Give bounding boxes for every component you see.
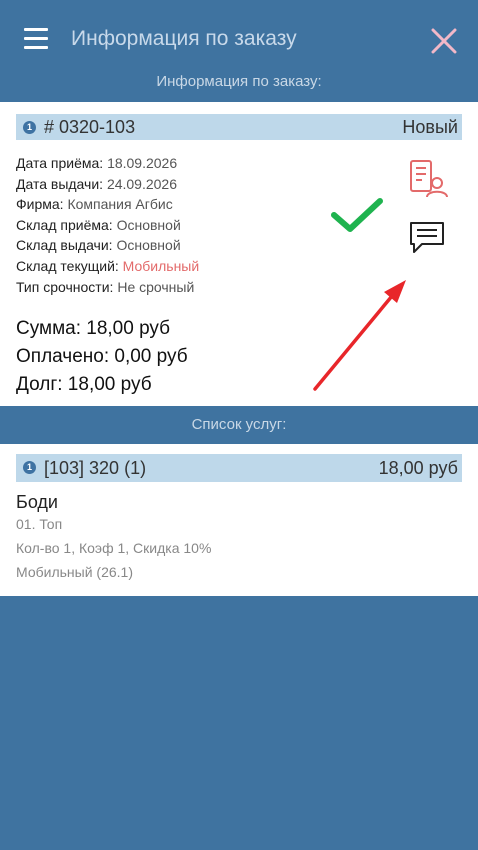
close-icon[interactable] <box>431 28 457 54</box>
service-detail: 01. Топ <box>16 516 63 532</box>
info-icon: 1 <box>23 121 36 134</box>
order-card: 1 # 0320-103 Новый Дата приёма: 18.09.20… <box>0 102 478 406</box>
info-label: Дата выдачи: <box>16 175 104 192</box>
info-row: Склад выдачи: Основной <box>16 235 199 256</box>
info-value: Основной <box>116 237 181 254</box>
info-row: Тип срочности: Не срочный <box>16 277 199 298</box>
info-label: Дата приёма: <box>16 155 104 171</box>
services-section-label: Список услуг: <box>191 416 287 433</box>
info-label: Фирма: <box>16 196 64 213</box>
service-name: Боди <box>16 492 58 512</box>
total-sum: Сумма: 18,00 руб <box>16 318 171 339</box>
service-price: 18,00 руб <box>378 458 458 478</box>
info-value: Основной <box>116 216 181 233</box>
info-value: Компания Агбис <box>67 196 173 213</box>
document-person-icon[interactable] <box>408 159 448 199</box>
service-card[interactable]: 1 [103] 320 (1) 18,00 руб Боди 01. Топ К… <box>0 444 478 596</box>
page-title: Информация по заказу <box>71 27 297 50</box>
total-debt: Долг: 18,00 руб <box>16 374 152 395</box>
info-value: Мобильный <box>122 257 200 274</box>
info-row: Склад текущий: Мобильный <box>16 256 199 277</box>
service-header: 1 [103] 320 (1) 18,00 руб <box>16 454 462 482</box>
info-label: Тип срочности: <box>16 278 114 295</box>
arrow-annotation <box>313 280 406 391</box>
order-totals: Сумма: 18,00 руб Оплачено: 0,00 руб Долг… <box>16 315 188 399</box>
service-detail: Мобильный (26.1) <box>16 564 133 580</box>
info-value: 24.09.2026 <box>106 175 178 192</box>
total-paid: Оплачено: 0,00 руб <box>16 346 188 367</box>
service-code: [103] 320 (1) <box>44 458 147 478</box>
order-header: 1 # 0320-103 Новый <box>16 114 462 140</box>
top-bar: Информация по заказу <box>0 0 478 80</box>
info-label: Склад приёма: <box>16 216 113 233</box>
order-number: # 0320-103 <box>44 117 136 137</box>
message-icon[interactable] <box>408 220 446 256</box>
info-label: Склад выдачи: <box>16 237 113 254</box>
order-section-label: Информация по заказу: <box>156 73 322 90</box>
info-icon: 1 <box>23 461 36 474</box>
menu-icon[interactable] <box>24 28 48 50</box>
service-detail: Кол-во 1, Коэф 1, Скидка 10% <box>16 540 212 556</box>
info-row: Дата выдачи: 24.09.2026 <box>16 174 199 195</box>
info-row: Склад приёма: Основной <box>16 215 199 236</box>
info-label: Склад текущий: <box>16 257 119 274</box>
order-status: Новый <box>402 117 458 137</box>
info-row: Фирма: Компания Агбис <box>16 194 199 215</box>
order-info-list: Дата приёма: 18.09.2026 Дата выдачи: 24.… <box>16 153 199 297</box>
info-value: 18.09.2026 <box>107 155 178 171</box>
info-value: Не срочный <box>117 278 195 295</box>
info-row: Дата приёма: 18.09.2026 <box>16 153 199 174</box>
